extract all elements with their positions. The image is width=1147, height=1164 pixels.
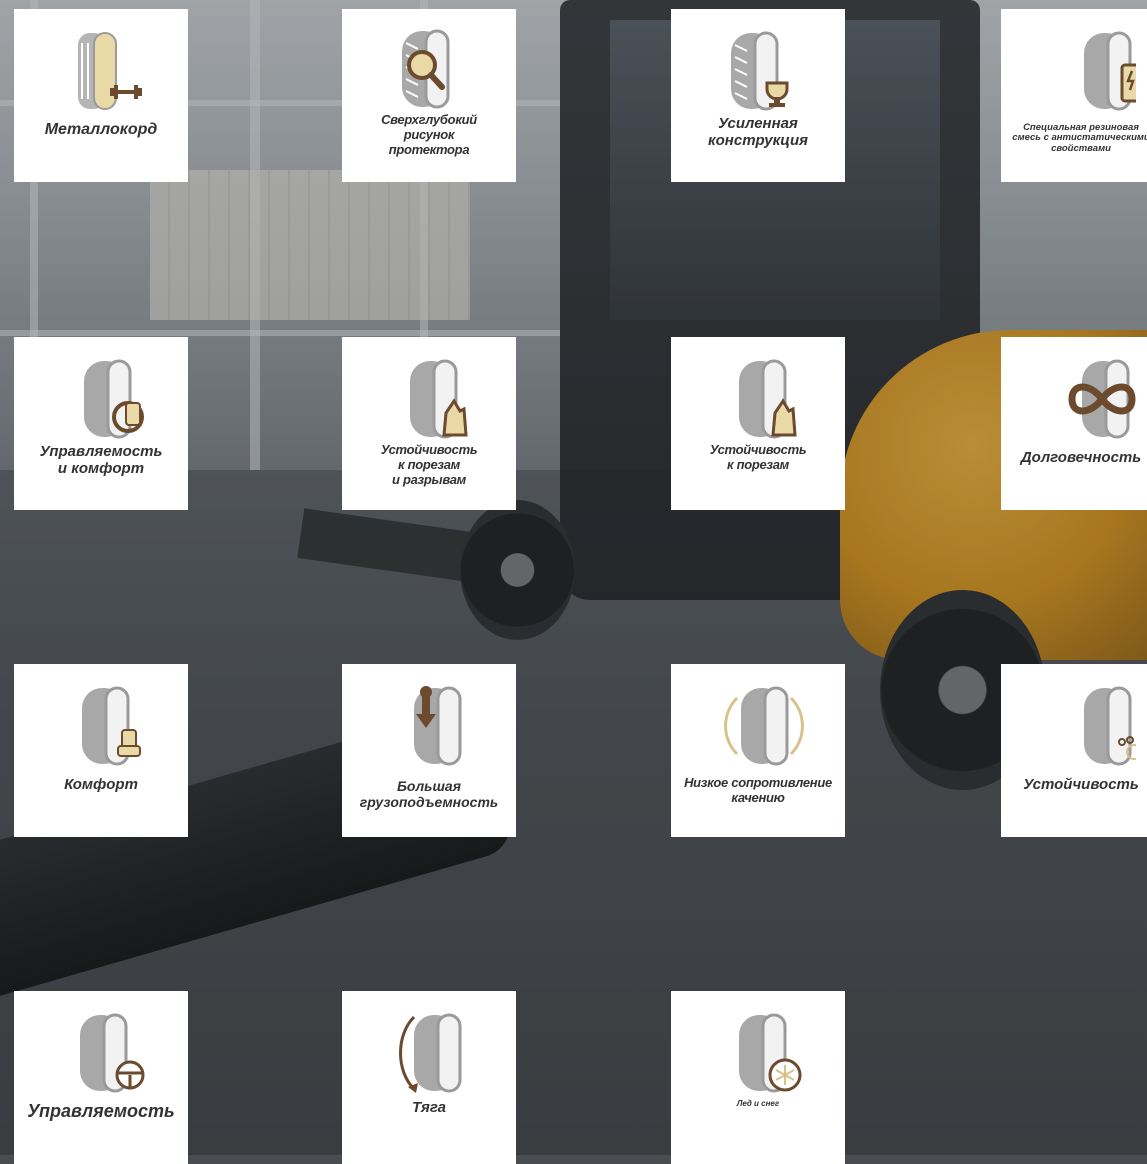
feature-tile-low-rolling-resistance: Низкое сопротивление качению [671,664,845,837]
feature-label: Устойчивость [1023,776,1139,793]
traction-arrow-icon [374,1013,484,1093]
feature-tile-handling-comfort: Управляемость и комфорт [14,337,188,510]
feature-tile-cut-resistance: Устойчивость к порезам [671,337,845,510]
trophy-icon [703,31,813,111]
rock-icon [374,359,484,439]
feature-label: Усиленная конструкция [708,115,808,150]
feature-label: Тяга [412,1099,446,1116]
feature-label: Управляемость и комфорт [39,443,163,478]
feature-label: Устойчивость к порезам и разрывам [380,442,478,487]
feature-tile-traction: Тяга [342,991,516,1164]
feature-label: Большая грузоподъемность [359,778,499,811]
antistatic-phone-icon [1026,31,1136,111]
feature-tile-reinforced: Усиленная конструкция [671,9,845,182]
feature-tile-ice-snow: Лед и снег [671,991,845,1164]
rolling-arcs-icon [703,686,813,766]
metal-cord-icon [46,31,156,111]
steering-seat-icon [46,359,156,439]
rock-icon [703,359,813,439]
feature-label: Сверхглубокий рисунок протектора [381,112,477,157]
feature-tile-metal-cord: Металлокорд [14,9,188,182]
feature-label: Комфорт [64,776,138,793]
feature-label: Управляемость [27,1101,175,1121]
deep-tread-magnifier-icon [374,29,484,109]
feature-label: Долговечность [1020,449,1142,466]
feature-label: Металлокорд [44,121,158,138]
feature-label: Лед и снег [736,1099,780,1108]
feature-tile-comfort: Комфорт [14,664,188,837]
feature-tile-handling: Управляемость [14,991,188,1164]
feature-label: Низкое сопротивление качению [684,775,832,805]
feature-label: Устойчивость к порезам [709,442,807,472]
steering-wheel-icon [46,1013,156,1093]
infinity-icon [1026,359,1136,439]
feature-tile-antistatic: Специальная резиновая смесь с антистатич… [1001,9,1147,182]
feature-label: Специальная резиновая смесь с антистатич… [1012,122,1147,154]
stability-circles-icon [1026,686,1136,766]
feature-tile-cut-tear-resistance: Устойчивость к порезам и разрывам [342,337,516,510]
feature-tile-load-capacity: Большая грузоподъемность [342,664,516,837]
feature-tile-durability: Долговечность [1001,337,1147,510]
snowflake-icon [703,1013,813,1093]
feature-tile-stability: Устойчивость [1001,664,1147,837]
seat-icon [46,686,156,766]
weight-arrow-icon [374,686,484,766]
feature-tile-deep-tread: Сверхглубокий рисунок протектора [342,9,516,182]
